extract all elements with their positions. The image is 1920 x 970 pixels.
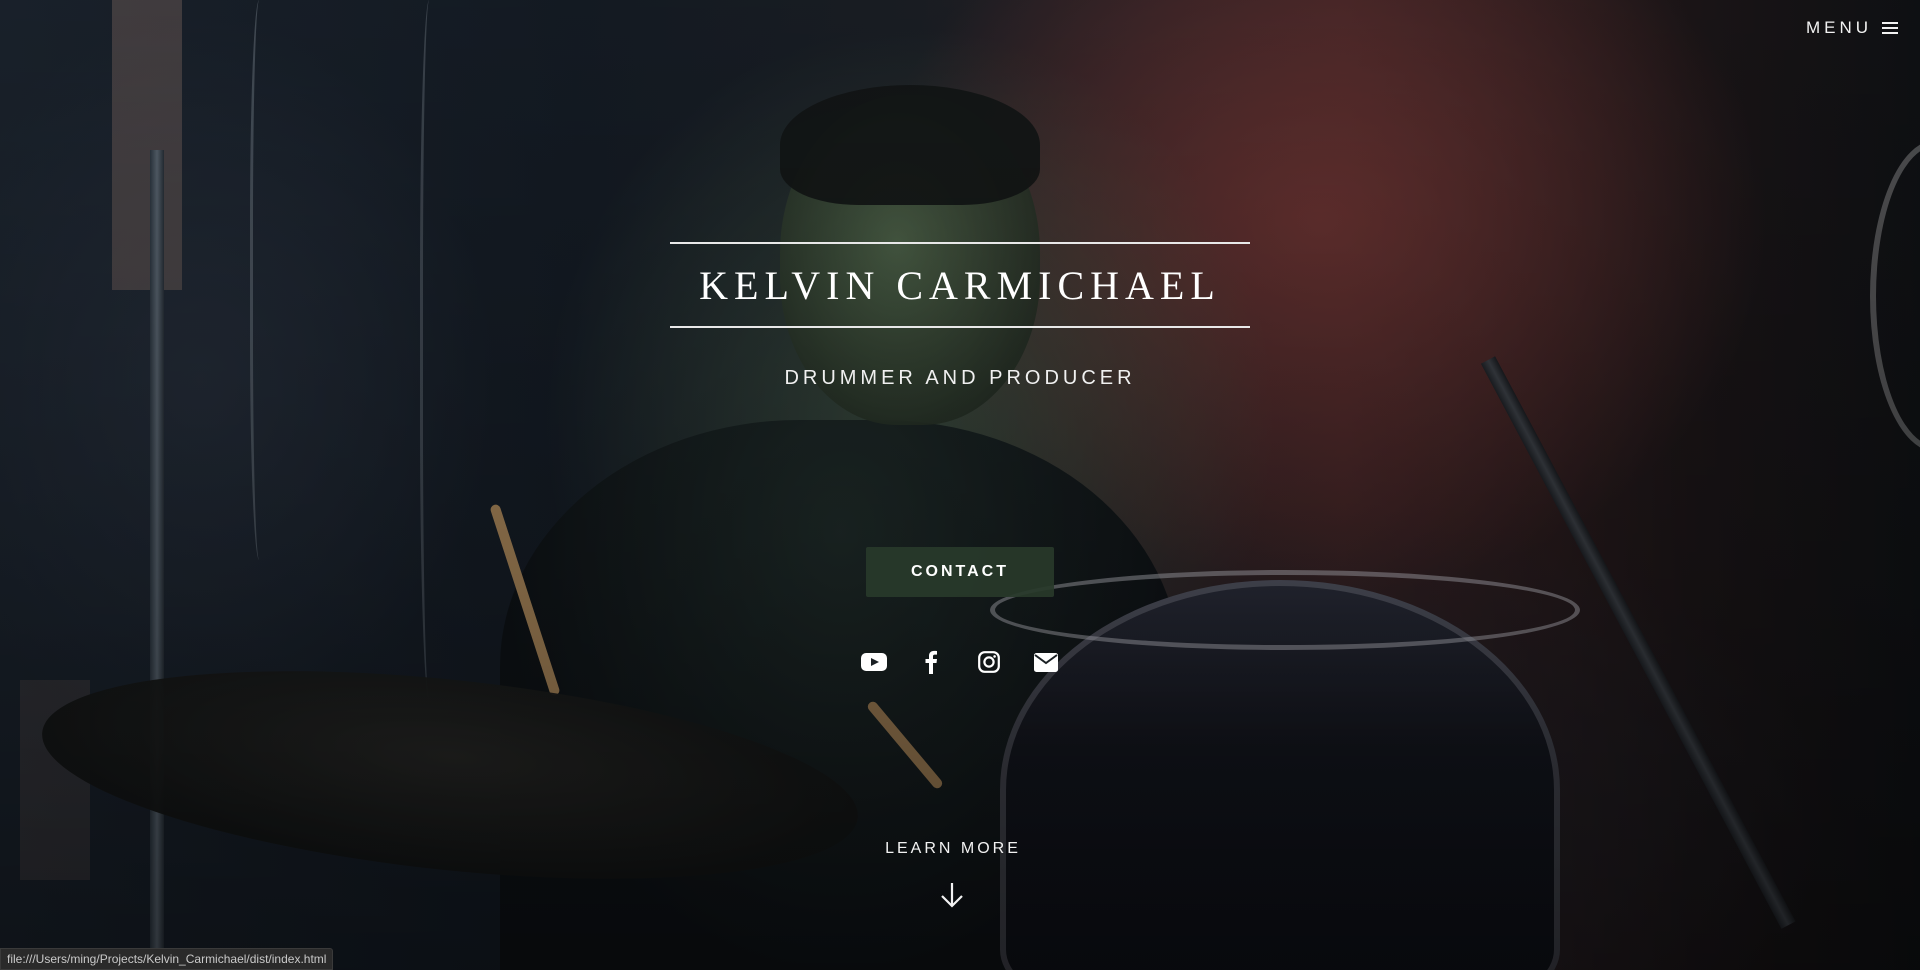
browser-status-url: file:///Users/ming/Projects/Kelvin_Carmi… [0, 948, 334, 970]
learn-more-link[interactable]: LEARN MORE [0, 840, 1906, 858]
contact-button[interactable]: CONTACT [866, 547, 1054, 597]
envelope-icon[interactable] [1032, 648, 1060, 676]
social-links [860, 648, 1060, 676]
hero-section: MENU KELVIN CARMICHAEL DRUMMER AND PRODU… [0, 0, 1920, 970]
menu-button[interactable]: MENU [1806, 18, 1898, 38]
facebook-icon[interactable] [917, 648, 945, 676]
arrow-down-icon[interactable] [937, 880, 967, 910]
title-frame: KELVIN CARMICHAEL [670, 242, 1250, 328]
instagram-icon[interactable] [975, 648, 1003, 676]
youtube-icon[interactable] [860, 648, 888, 676]
hero-overlay [0, 0, 1920, 970]
menu-label: MENU [1805, 18, 1872, 37]
page-subtitle: DRUMMER AND PRODUCER [784, 367, 1136, 389]
hamburger-icon [1882, 22, 1898, 34]
page-title: KELVIN CARMICHAEL [699, 262, 1221, 308]
